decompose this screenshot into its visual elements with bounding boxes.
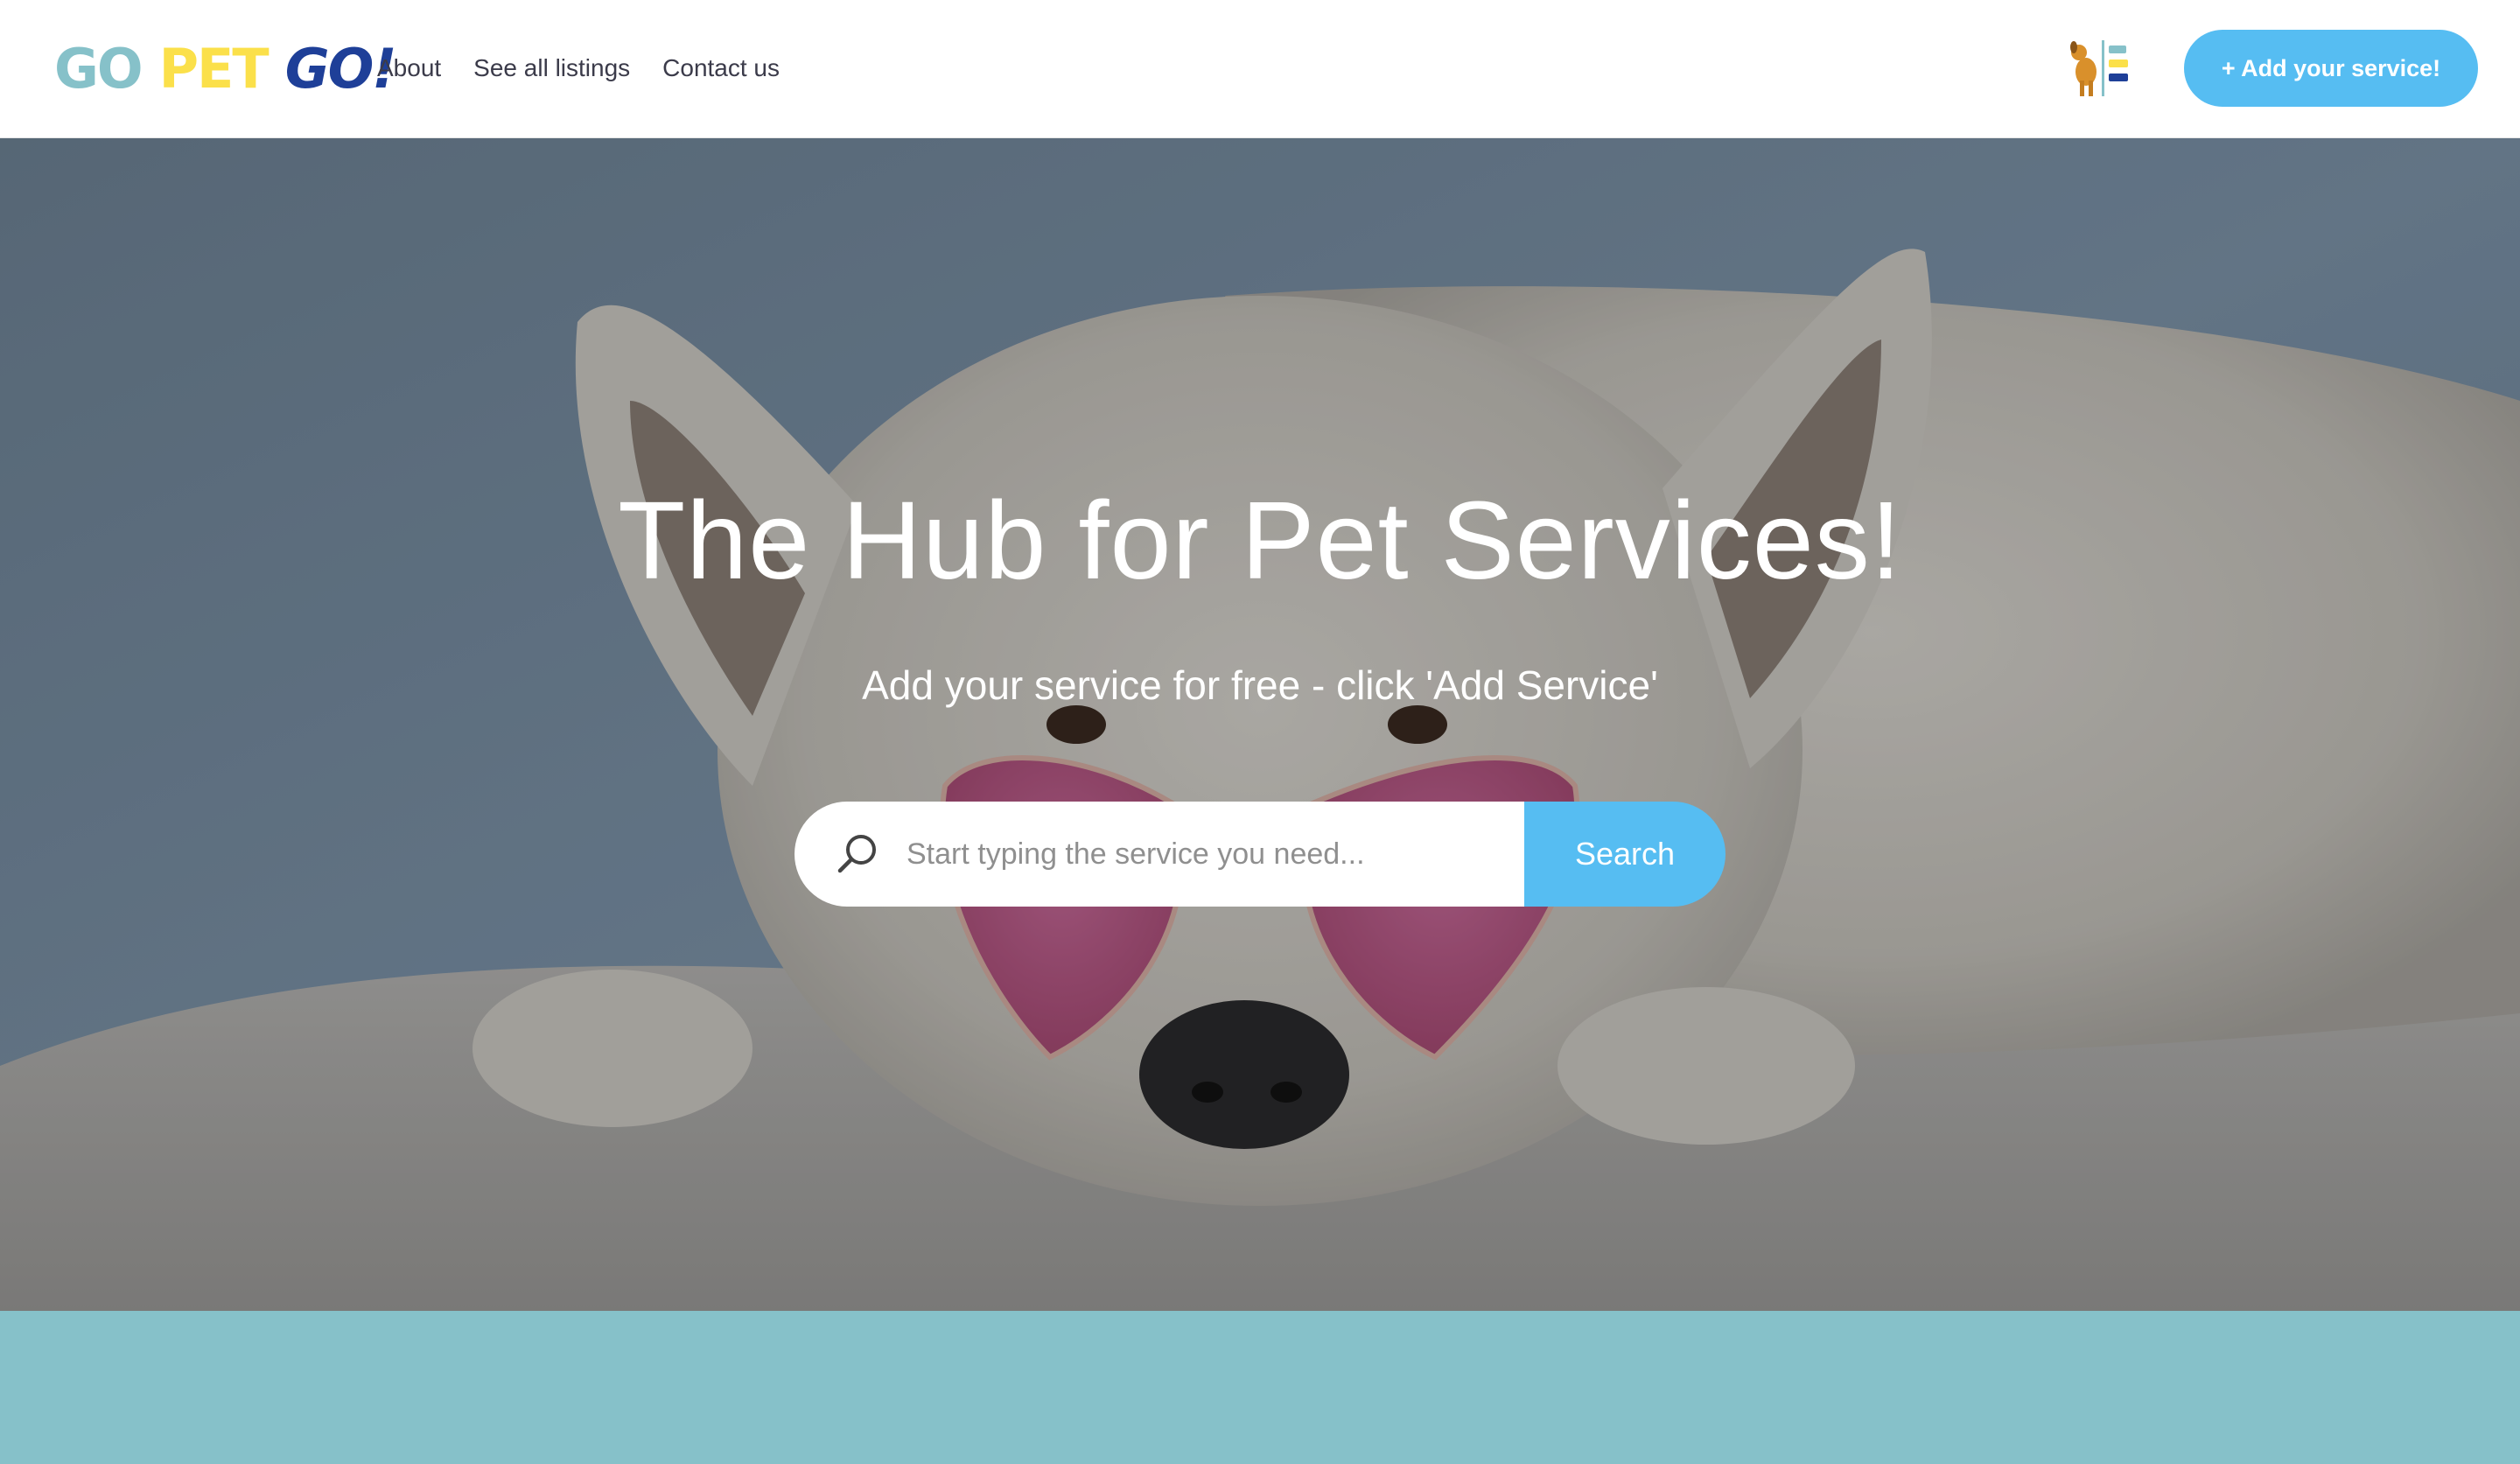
dog-logo-icon	[2067, 37, 2138, 100]
hero-subtitle: Add your service for free - click 'Add S…	[862, 662, 1658, 708]
brand-logo[interactable]: GO PET GO!	[54, 37, 397, 101]
brand-word-pet: PET	[158, 37, 270, 101]
add-your-service-button[interactable]: + Add your service!	[2184, 30, 2478, 107]
hero-section: The Hub for Pet Services! Add your servi…	[0, 138, 2520, 1311]
search-button[interactable]: Search	[1524, 802, 1726, 907]
site-header: GO PET GO! About See all listings Contac…	[0, 0, 2520, 138]
hero-title: The Hub for Pet Services!	[618, 479, 1902, 602]
search-icon	[837, 835, 876, 873]
nav-link-about[interactable]: About	[377, 51, 441, 86]
brand-word-go: GO	[54, 37, 144, 101]
service-search-form: Search	[794, 802, 1726, 907]
nav-link-see-all-listings[interactable]: See all listings	[473, 51, 630, 86]
teal-section-band	[0, 1311, 2520, 1464]
main-nav: About See all listings Contact us	[377, 51, 780, 86]
search-field	[794, 802, 1524, 907]
service-search-input[interactable]	[905, 802, 1524, 907]
hero-dog-photo	[0, 138, 2520, 1311]
nav-link-contact-us[interactable]: Contact us	[662, 51, 780, 86]
